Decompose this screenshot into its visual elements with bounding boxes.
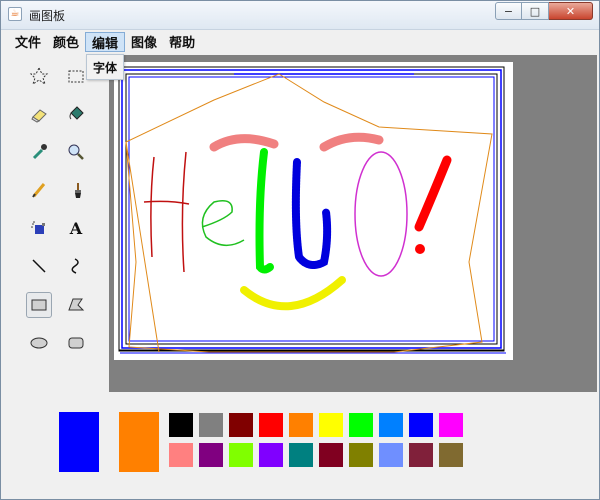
curve-icon[interactable] — [63, 253, 89, 279]
palette-color-swatch[interactable] — [289, 443, 313, 467]
palette-color-swatch[interactable] — [259, 413, 283, 437]
palette-color-swatch[interactable] — [169, 413, 193, 437]
minimize-button[interactable]: − — [495, 2, 522, 20]
palette-color-swatch[interactable] — [439, 413, 463, 437]
title-bar[interactable]: ☕ 画图板 − □ ✕ — [1, 1, 599, 30]
edit-menu-dropdown: 字体 — [86, 54, 124, 80]
menu-item-font[interactable]: 字体 — [93, 59, 117, 76]
menu-edit[interactable]: 编辑 — [85, 32, 126, 52]
palette-color-swatch[interactable] — [289, 413, 313, 437]
paint-window: ☕ 画图板 − □ ✕ 文件 颜色 编辑 图像 帮助 字体 A — [0, 0, 600, 500]
rounded-rect-icon[interactable] — [63, 330, 89, 356]
free-select-icon[interactable] — [26, 63, 52, 89]
palette-color-swatch[interactable] — [379, 413, 403, 437]
menu-file[interactable]: 文件 — [9, 32, 47, 52]
palette-color-swatch[interactable] — [199, 413, 223, 437]
palette-color-swatch[interactable] — [229, 443, 253, 467]
palette-color-swatch[interactable] — [409, 443, 433, 467]
menu-image[interactable]: 图像 — [125, 32, 163, 52]
magnifier-icon[interactable] — [63, 139, 89, 165]
close-button[interactable]: ✕ — [549, 2, 593, 20]
fill-bucket-icon[interactable] — [63, 101, 89, 127]
background-color-swatch[interactable] — [119, 412, 159, 472]
polygon-icon[interactable] — [63, 292, 89, 318]
drawing-canvas[interactable] — [114, 62, 513, 360]
menu-help[interactable]: 帮助 — [163, 32, 201, 52]
color-picker-icon[interactable] — [26, 139, 52, 165]
airbrush-icon[interactable] — [26, 215, 52, 241]
drawing-content — [118, 66, 506, 354]
palette-color-swatch[interactable] — [199, 443, 223, 467]
menu-color[interactable]: 颜色 — [47, 32, 85, 52]
text-tool-glyph: A — [69, 218, 83, 238]
pencil-icon[interactable] — [26, 177, 52, 203]
maximize-button[interactable]: □ — [522, 2, 549, 20]
palette-color-swatch[interactable] — [379, 443, 403, 467]
palette-color-swatch[interactable] — [319, 443, 343, 467]
line-icon[interactable] — [26, 253, 52, 279]
foreground-color-swatch[interactable] — [59, 412, 99, 472]
palette-color-swatch[interactable] — [229, 413, 253, 437]
window-title: 画图板 — [29, 9, 66, 23]
rectangle-icon[interactable] — [26, 292, 52, 318]
palette-color-swatch[interactable] — [259, 443, 283, 467]
text-icon[interactable]: A — [63, 215, 89, 241]
palette-color-swatch[interactable] — [319, 413, 343, 437]
brush-icon[interactable] — [63, 177, 89, 203]
palette-color-swatch[interactable] — [349, 443, 373, 467]
java-app-icon: ☕ — [8, 7, 22, 21]
palette-color-swatch[interactable] — [439, 443, 463, 467]
ellipse-icon[interactable] — [26, 330, 52, 356]
menu-bar: 文件 颜色 编辑 图像 帮助 — [1, 30, 599, 54]
eraser-icon[interactable] — [26, 101, 52, 127]
palette-color-swatch[interactable] — [349, 413, 373, 437]
palette-color-swatch[interactable] — [169, 443, 193, 467]
palette-color-swatch[interactable] — [409, 413, 433, 437]
